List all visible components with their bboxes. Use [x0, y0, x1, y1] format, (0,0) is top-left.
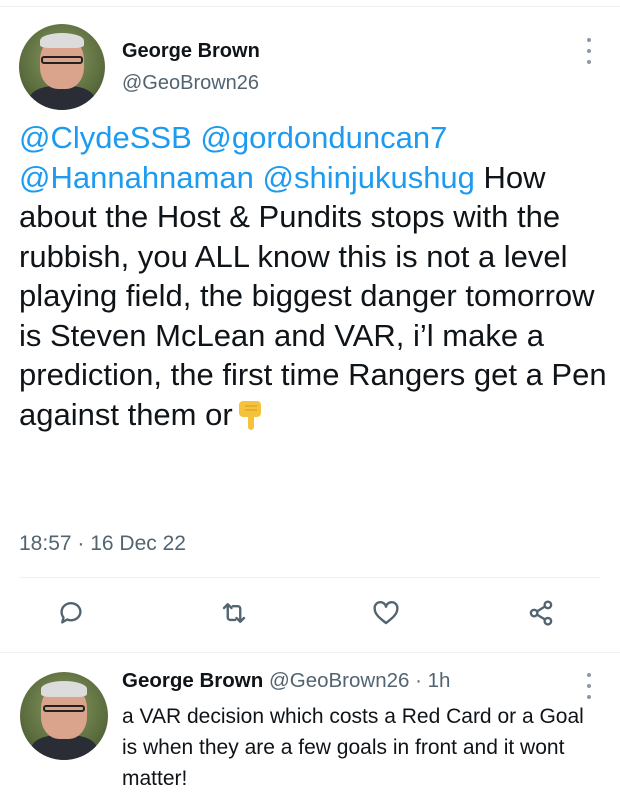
tweet-timestamp[interactable]: 18:57 · 16 Dec 22 — [19, 532, 186, 556]
like-button[interactable] — [368, 595, 404, 631]
reply-header: George Brown @GeoBrown26 · 1h — [122, 669, 450, 693]
avatar[interactable] — [20, 672, 108, 760]
top-divider — [0, 0, 620, 7]
mention-link[interactable]: @ClydeSSB — [19, 120, 192, 155]
more-options-icon[interactable] — [584, 673, 594, 699]
share-icon — [529, 600, 553, 626]
retweet-icon — [222, 603, 246, 623]
author-name[interactable]: George Brown — [122, 40, 260, 63]
tweet-actions — [0, 595, 620, 635]
retweet-button[interactable] — [216, 595, 252, 631]
share-button[interactable] — [523, 595, 559, 631]
tweet-text: @ClydeSSB @gordonduncan7 @Hannahnaman @s… — [19, 118, 609, 434]
author-handle[interactable]: @GeoBrown26 — [122, 72, 259, 95]
reply-author-name[interactable]: George Brown — [122, 669, 263, 692]
speech-bubble-icon — [60, 602, 82, 624]
divider — [0, 652, 620, 653]
heart-icon — [373, 600, 399, 625]
avatar[interactable] — [19, 24, 105, 110]
reply-button[interactable] — [53, 595, 89, 631]
tweet-body: How about the Host & Pundits stops with … — [19, 159, 607, 432]
more-options-icon[interactable] — [584, 38, 594, 64]
pointing-down-emoji-icon — [238, 400, 261, 430]
mention-link[interactable]: @shinjukushug — [262, 160, 474, 195]
reply-text: a VAR decision which costs a Red Card or… — [122, 705, 584, 790]
reply-handle-time[interactable]: @GeoBrown26 · 1h — [269, 669, 451, 692]
mention-link[interactable]: @Hannahnaman — [19, 160, 254, 195]
mention-link[interactable]: @gordonduncan7 — [200, 120, 447, 155]
divider — [19, 577, 601, 578]
